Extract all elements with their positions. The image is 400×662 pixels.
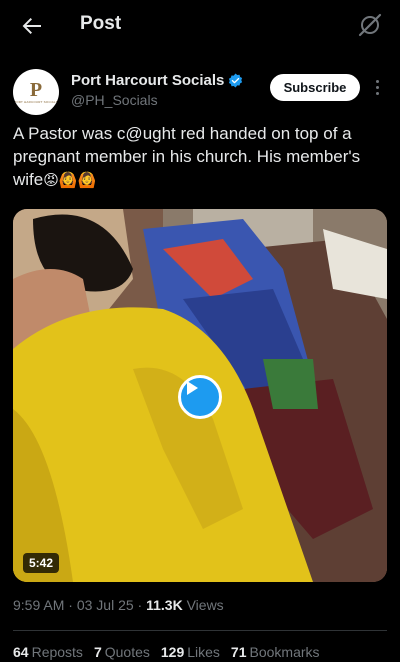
subscribe-button[interactable]: Subscribe: [270, 74, 360, 101]
reposts-label: Reposts: [31, 644, 83, 660]
author-row: P PORT HARCOURT SOCIALS Port Harcourt So…: [0, 62, 400, 122]
video-duration: 5:42: [23, 553, 60, 573]
more-vertical-icon[interactable]: [370, 76, 384, 98]
grok-icon: [358, 13, 382, 37]
views-label: Views: [186, 597, 224, 613]
meta-separator: ·: [68, 597, 73, 613]
back-button[interactable]: [18, 12, 46, 40]
reposts-count: 64: [13, 644, 29, 660]
author-name-text: Port Harcourt Socials: [71, 72, 225, 89]
quotes-label: Quotes: [104, 644, 150, 660]
tweet-text: A Pastor was c@ught red handed on top of…: [13, 122, 389, 192]
likes-count: 129: [160, 644, 185, 660]
meta-separator: ·: [137, 597, 143, 613]
tweet-emojis: 😡🙆🙆: [43, 171, 97, 189]
quotes-stat[interactable]: 7 Quotes: [94, 644, 150, 660]
post-meta: 9:59 AM · 03 Jul 25 · 11.3K Views: [13, 597, 224, 613]
post-time[interactable]: 9:59 AM: [13, 597, 64, 613]
views-count: 11.3K: [146, 597, 183, 613]
bookmarks-label: Bookmarks: [249, 644, 320, 660]
bookmarks-count: 71: [230, 644, 247, 660]
bookmarks-stat[interactable]: 71 Bookmarks: [231, 644, 320, 660]
grok-button[interactable]: [356, 11, 384, 39]
reposts-stat[interactable]: 64 Reposts: [13, 644, 83, 660]
likes-label: Likes: [187, 644, 220, 660]
verified-badge-icon: [229, 73, 243, 88]
avatar-subtext: PORT HARCOURT SOCIALS: [14, 100, 58, 104]
play-icon: [187, 381, 198, 395]
play-button[interactable]: [178, 375, 222, 419]
divider: [13, 630, 387, 631]
post-date[interactable]: 03 Jul 25: [77, 597, 134, 613]
author-handle[interactable]: @PH_Socials: [71, 92, 158, 108]
author-name[interactable]: Port Harcourt Socials: [71, 72, 243, 89]
quotes-count: 7: [93, 644, 102, 660]
likes-stat[interactable]: 129 Likes: [161, 644, 220, 660]
top-bar: Post: [0, 0, 400, 52]
page-title: Post: [80, 13, 122, 34]
engagement-stats: 64 Reposts 7 Quotes 129 Likes 71 Bookmarks: [13, 644, 320, 660]
arrow-left-icon: [22, 18, 41, 34]
avatar-monogram: P: [29, 79, 43, 101]
video-player[interactable]: 5:42: [13, 209, 387, 582]
avatar[interactable]: P PORT HARCOURT SOCIALS: [13, 69, 59, 115]
